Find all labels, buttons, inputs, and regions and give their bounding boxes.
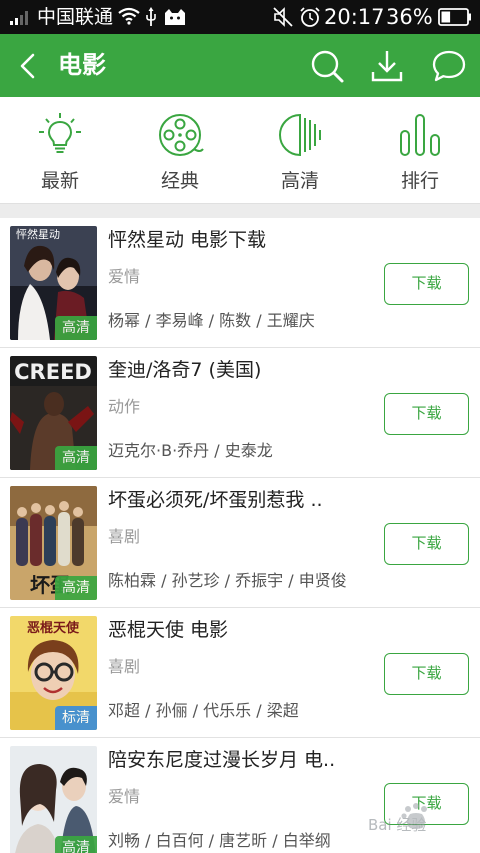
movie-cast: 邓超 / 孙俪 / 代乐乐 / 梁超 [108,701,299,720]
movie-row[interactable]: 怦然星动 高清 怦然星动 电影下载 爱情 杨幂 / 李易峰 / 陈数 / 王耀庆… [0,218,480,348]
movie-genre: 爱情 [108,787,141,806]
download-button[interactable]: 下载 [384,653,469,695]
movie-poster[interactable]: 恶棍天使 标清 [10,616,97,730]
poster-caption: 怦然星动 [16,227,60,241]
battery-icon [438,8,471,26]
category-bar: 最新 经典 高清 排行 [0,97,480,203]
movie-genre: 喜剧 [108,527,141,546]
baidu-watermark: Bai 经验 [368,803,427,834]
back-icon[interactable] [17,52,39,80]
film-reel-icon [159,114,204,156]
movie-cast: 刘畅 / 白百何 / 唐艺昕 / 白举纲 [108,831,331,850]
lightbulb-icon [39,113,81,153]
movie-title: 坏蛋必须死/坏蛋别惹我 .. [108,489,323,511]
signal-icon [10,11,28,25]
app-header: 电影 [0,34,480,97]
movie-genre: 喜剧 [108,657,141,676]
category-label: 高清 [280,170,319,192]
category-newest[interactable]: 最新 [0,97,120,203]
movie-poster[interactable]: 坏蛋 高清 [10,486,97,600]
movie-list: 怦然星动 高清 怦然星动 电影下载 爱情 杨幂 / 李易峰 / 陈数 / 王耀庆… [0,218,480,853]
movie-poster[interactable]: 高清 [10,746,97,853]
quality-badge: 高清 [55,316,97,340]
search-icon[interactable] [309,48,345,84]
movie-title: 恶棍天使 电影 [108,619,229,641]
movie-genre: 爱情 [108,267,141,286]
movie-title: 怦然星动 电影下载 [108,229,267,251]
quality-badge: 标清 [55,706,97,730]
movie-poster[interactable]: 怦然星动 高清 [10,226,97,340]
poster-caption: CREED [14,360,92,384]
category-hd[interactable]: 高清 [240,97,360,203]
message-icon[interactable] [431,48,467,84]
download-button[interactable]: 下载 [384,523,469,565]
clock-time: 20:17 [324,5,385,29]
ranking-bars-icon [400,114,440,156]
movie-row[interactable]: 高清 陪安东尼度过漫长岁月 电.. 爱情 刘畅 / 白百何 / 唐艺昕 / 白举… [0,738,480,853]
movie-row[interactable]: CREED 高清 奎迪/洛奇7 (美国) 动作 迈克尔·B·乔丹 / 史泰龙 下… [0,348,480,478]
category-label: 排行 [400,170,439,192]
download-icon[interactable] [369,48,405,84]
mute-icon [273,7,293,27]
movie-row[interactable]: 恶棍天使 标清 恶棍天使 电影 喜剧 邓超 / 孙俪 / 代乐乐 / 梁超 下载 [0,608,480,738]
usb-icon [146,7,156,26]
category-label: 经典 [160,170,199,192]
section-divider [0,203,480,218]
movie-cast: 杨幂 / 李易峰 / 陈数 / 王耀庆 [108,311,315,330]
alarm-icon [300,7,320,27]
watermark-text: Bai 经验 [368,816,426,834]
poster-caption: 恶棍天使 [27,620,80,636]
download-button[interactable]: 下载 [384,263,469,305]
movie-row[interactable]: 坏蛋 高清 坏蛋必须死/坏蛋别惹我 .. 喜剧 陈柏霖 / 孙艺珍 / 乔振宇 … [0,478,480,608]
carrier-label: 中国联通 [37,6,114,28]
movie-genre: 动作 [108,397,141,416]
movie-title: 陪安东尼度过漫长岁月 电.. [108,749,336,771]
movie-title: 奎迪/洛奇7 (美国) [108,359,262,381]
quality-badge: 高清 [55,446,97,470]
cat-icon [165,9,185,25]
battery-percent: 36% [386,5,433,29]
download-button[interactable]: 下载 [384,393,469,435]
category-classic[interactable]: 经典 [120,97,240,203]
category-label: 最新 [40,170,79,192]
quality-badge: 高清 [55,836,97,853]
movie-cast: 迈克尔·B·乔丹 / 史泰龙 [108,441,273,460]
movie-cast: 陈柏霖 / 孙艺珍 / 乔振宇 / 申贤俊 [108,571,347,590]
quality-badge: 高清 [55,576,97,600]
category-ranking[interactable]: 排行 [360,97,480,203]
wifi-icon [118,7,140,25]
movie-poster[interactable]: CREED 高清 [10,356,97,470]
page-title: 电影 [58,51,106,79]
hd-half-circle-icon [279,113,321,157]
status-bar: 中国联通 20:17 36% [0,0,480,34]
